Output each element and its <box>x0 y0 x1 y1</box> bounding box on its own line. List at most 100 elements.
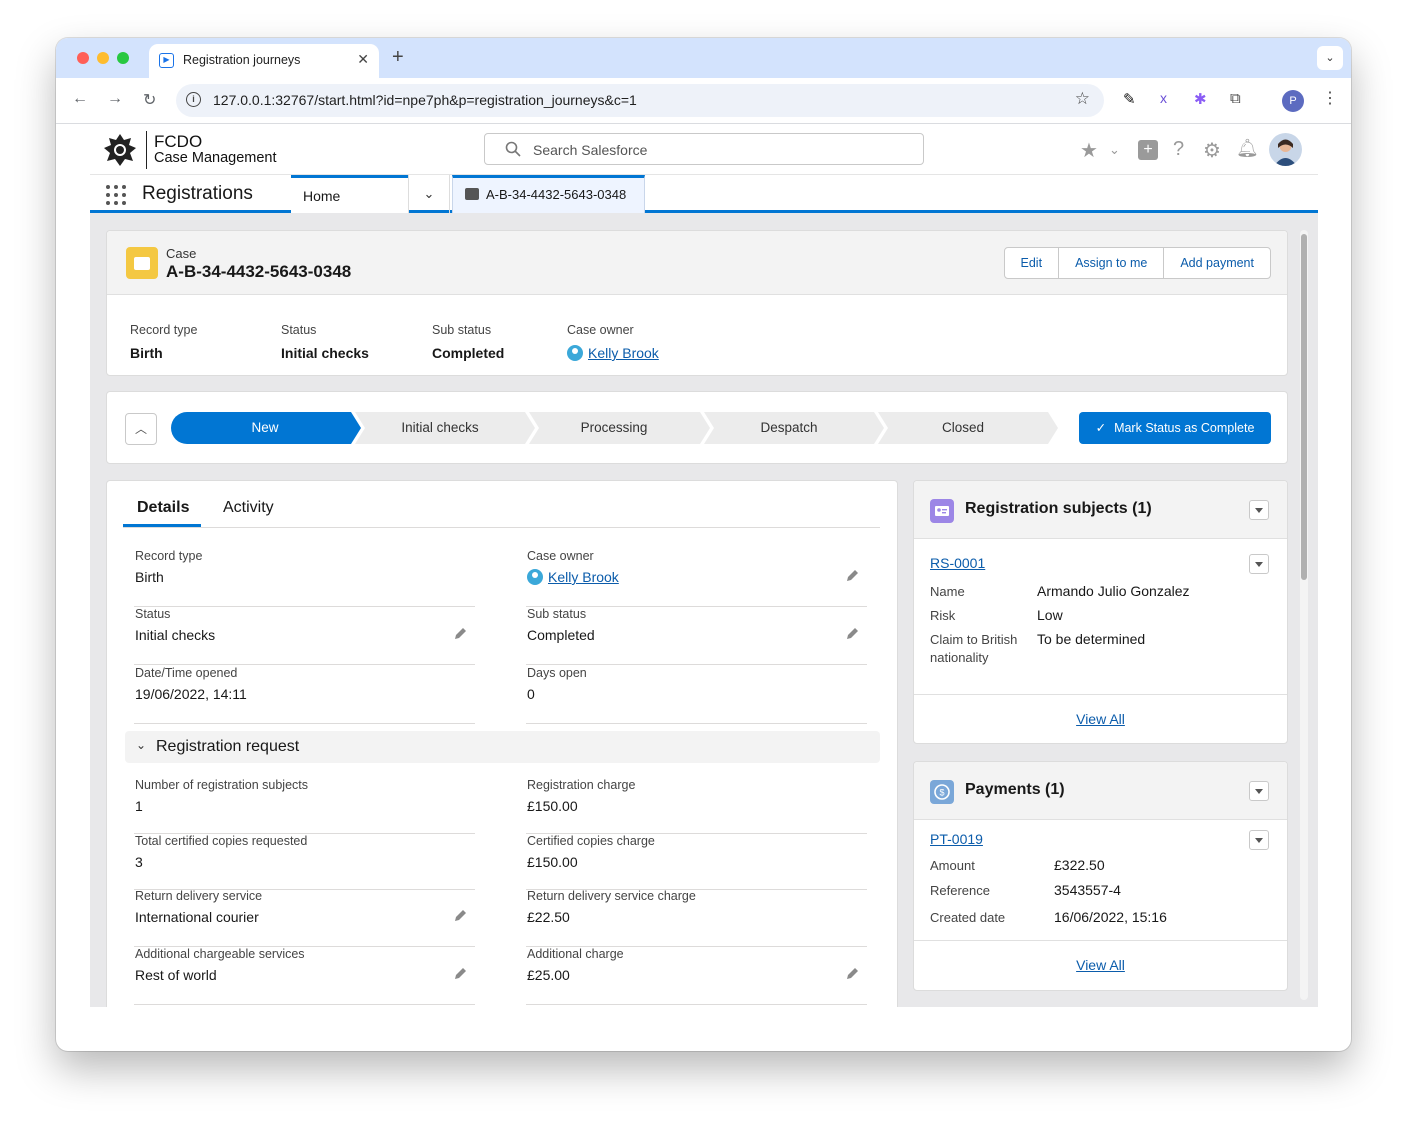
profile-avatar[interactable]: P <box>1282 90 1304 112</box>
svg-text:$: $ <box>939 788 944 798</box>
case-object-label: Case <box>166 246 197 261</box>
favorites-chevron-icon[interactable]: ⌄ <box>1109 142 1120 158</box>
edit-pencil-icon[interactable] <box>845 569 859 583</box>
back-icon[interactable]: ← <box>72 90 88 108</box>
tab-details[interactable]: Details <box>137 499 189 517</box>
path-stage-closed[interactable]: Closed <box>880 412 1046 444</box>
assign-to-me-button[interactable]: Assign to me <box>1058 247 1165 279</box>
field-return-delivery-charge: Return delivery service charge £22.50 <box>526 889 867 947</box>
path-stage-despatch[interactable]: Despatch <box>706 412 872 444</box>
subjects-menu-dropdown-icon[interactable] <box>1249 500 1269 520</box>
field-value: 1 <box>135 798 143 814</box>
user-avatar[interactable] <box>1269 133 1302 166</box>
minimize-window-button[interactable] <box>97 52 109 64</box>
page-scrollbar[interactable] <box>1300 230 1308 1000</box>
field-status: Status Initial checks <box>134 607 475 665</box>
highlight-value: Initial checks <box>281 345 369 361</box>
edit-pencil-icon[interactable] <box>845 627 859 641</box>
case-briefcase-icon <box>126 247 158 279</box>
subject-label: Name <box>930 584 965 599</box>
registration-subjects-card: Registration subjects (1) RS-0001 Name A… <box>913 480 1288 744</box>
case-owner-link[interactable]: Kelly Brook <box>588 345 659 361</box>
favorites-star-icon[interactable]: ★ <box>1080 138 1098 163</box>
field-record-type: Record type Birth <box>134 549 475 607</box>
contact-card-icon <box>930 499 954 523</box>
app-launcher-waffle-icon[interactable] <box>106 185 126 205</box>
path-stage-new[interactable]: New <box>171 412 359 444</box>
edit-pencil-icon[interactable] <box>453 909 467 923</box>
nav-menu-chevron-icon[interactable]: ⌄ <box>408 175 450 213</box>
field-label: Additional chargeable services <box>135 947 305 961</box>
payments-menu-dropdown-icon[interactable] <box>1249 781 1269 801</box>
highlight-label: Status <box>281 323 317 337</box>
tab-case-record[interactable]: A-B-34-4432-5643-0348 <box>452 175 645 213</box>
site-info-icon[interactable]: i <box>186 92 201 107</box>
close-tab-icon[interactable]: ✕ <box>357 51 369 68</box>
registration-subjects-title[interactable]: Registration subjects (1) <box>965 500 1152 518</box>
edit-button[interactable]: Edit <box>1003 247 1060 279</box>
field-label: Date/Time opened <box>135 666 238 680</box>
payments-footer: View All <box>914 940 1287 990</box>
subject-record-link[interactable]: RS-0001 <box>930 555 985 571</box>
payment-row-dropdown-icon[interactable] <box>1249 830 1269 850</box>
case-owner-link[interactable]: Kelly Brook <box>548 569 619 585</box>
setup-gear-icon[interactable]: ⚙ <box>1203 138 1221 163</box>
edit-pencil-icon[interactable] <box>845 967 859 981</box>
tab-search-chevron-icon[interactable]: ⌄ <box>1317 46 1343 70</box>
field-case-owner: Case owner Kelly Brook <box>526 549 867 607</box>
field-value: £22.50 <box>527 909 570 925</box>
field-value: £150.00 <box>527 854 578 870</box>
browser-tab[interactable]: ▶ Registration journeys ✕ <box>149 44 379 78</box>
edit-pencil-icon[interactable] <box>453 627 467 641</box>
add-payment-button[interactable]: Add payment <box>1163 247 1271 279</box>
payments-title[interactable]: Payments (1) <box>965 781 1065 799</box>
global-actions-plus-icon[interactable]: + <box>1138 140 1158 160</box>
reload-icon[interactable]: ↻ <box>143 90 156 110</box>
logo-title: FCDO <box>154 132 203 151</box>
path-stage-processing[interactable]: Processing <box>531 412 697 444</box>
new-tab-icon[interactable]: + <box>392 46 404 69</box>
help-question-icon[interactable]: ? <box>1173 138 1184 161</box>
field-sub-status: Sub status Completed <box>526 607 867 665</box>
play-favicon-icon: ▶ <box>159 53 174 68</box>
x-extension-icon[interactable]: x <box>1160 90 1167 106</box>
scrollbar-thumb[interactable] <box>1301 234 1307 580</box>
payments-view-all-link[interactable]: View All <box>1076 957 1125 973</box>
notifications-bell-icon[interactable]: 🔔︎ <box>1236 138 1259 159</box>
path-stage-initial-checks[interactable]: Initial checks <box>357 412 523 444</box>
field-label: Number of registration subjects <box>135 778 308 792</box>
payment-record-link[interactable]: PT-0019 <box>930 831 983 847</box>
payments-header: $ Payments (1) <box>914 762 1287 820</box>
mark-status-complete-button[interactable]: ✓ Mark Status as Complete <box>1079 412 1271 444</box>
maximize-window-button[interactable] <box>117 52 129 64</box>
registration-subjects-header: Registration subjects (1) <box>914 481 1287 539</box>
tab-case-label: A-B-34-4432-5643-0348 <box>486 187 627 202</box>
case-highlights-card: Case A-B-34-4432-5643-0348 Edit Assign t… <box>106 230 1288 376</box>
field-label: Additional charge <box>527 947 624 961</box>
field-label: Record type <box>135 549 203 563</box>
field-label: Return delivery service charge <box>527 889 696 903</box>
address-url[interactable]: 127.0.0.1:32767/start.html?id=npe7ph&p=r… <box>213 92 637 108</box>
field-value: International courier <box>135 909 259 925</box>
browser-toolbar: ← → ↻ i 127.0.0.1:32767/start.html?id=np… <box>56 78 1351 124</box>
section-registration-request[interactable]: ⌄ Registration request <box>125 731 880 763</box>
close-window-button[interactable] <box>77 52 89 64</box>
address-bar[interactable]: i 127.0.0.1:32767/start.html?id=npe7ph&p… <box>176 84 1104 117</box>
gear-extension-icon[interactable]: ✱ <box>1194 90 1207 108</box>
field-value: Completed <box>527 627 595 643</box>
subjects-view-all-link[interactable]: View All <box>1076 711 1125 727</box>
payment-label: Amount <box>930 858 975 873</box>
subject-row-dropdown-icon[interactable] <box>1249 554 1269 574</box>
collapse-chevron-up-icon[interactable]: ︿ <box>125 413 157 445</box>
tab-home[interactable]: Home <box>291 175 408 213</box>
forward-icon[interactable]: → <box>107 90 123 108</box>
tab-activity[interactable]: Activity <box>223 499 274 517</box>
global-search-input[interactable]: Search Salesforce <box>484 133 924 165</box>
browser-menu-icon[interactable]: ⋮ <box>1322 88 1338 108</box>
edit-pencil-icon[interactable] <box>453 967 467 981</box>
chevron-down-icon: ⌄ <box>136 738 147 752</box>
eyedropper-extension-icon[interactable]: ✎ <box>1123 90 1136 108</box>
field-additional-chargeable-services: Additional chargeable services Rest of w… <box>134 947 475 1005</box>
extensions-puzzle-icon[interactable]: ⧉ <box>1230 90 1241 107</box>
bookmark-star-icon[interactable]: ☆ <box>1075 89 1090 109</box>
